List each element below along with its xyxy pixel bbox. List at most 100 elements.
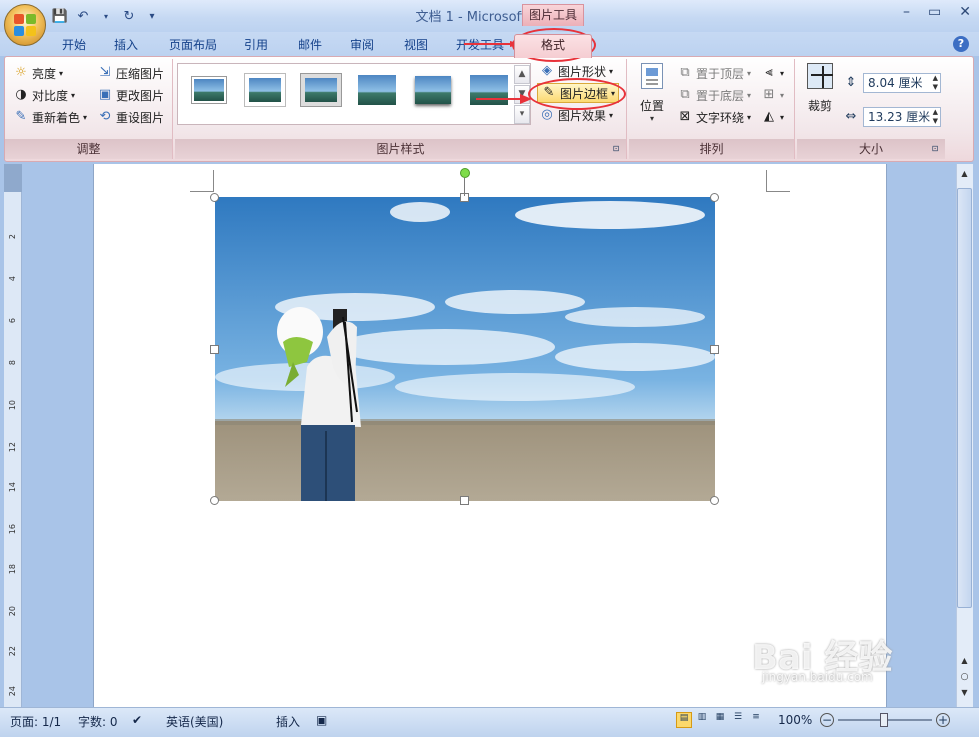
tab-review[interactable]: 审阅 (340, 36, 384, 56)
spin-arrows-icon[interactable]: ▲ ▼ (933, 108, 938, 126)
print-layout-icon[interactable]: ▤ (676, 712, 692, 728)
brightness-icon: ☼ (15, 65, 27, 80)
draft-icon[interactable]: ≡ (748, 712, 764, 728)
style-thumbnail[interactable] (412, 73, 454, 107)
position-icon (641, 63, 663, 89)
full-screen-icon[interactable]: ▥ (694, 712, 710, 728)
align-icon: ⫷ (765, 65, 773, 80)
contrast-button[interactable]: ◑ 对比度 ▾ (13, 85, 75, 105)
height-icon: ⇕ (845, 75, 857, 90)
compress-pictures-button[interactable]: ⇲ 压缩图片 (97, 63, 164, 83)
maximize-icon[interactable]: ▭ (928, 4, 941, 20)
resize-handle[interactable] (210, 496, 219, 505)
zoom-level[interactable]: 100% (778, 713, 812, 727)
landscape-photo (215, 197, 715, 501)
recolor-button[interactable]: ✎ 重新着色 ▾ (13, 107, 87, 127)
adjust-group: ☼ 亮度 ▾ ◑ 对比度 ▾ ✎ 重新着色 ▾ ⇲ 压缩图片 ▣ 更改图片 ⟲ 重设图片 调整 (5, 59, 173, 159)
resize-handle[interactable] (460, 496, 469, 505)
gallery-up-icon[interactable]: ▲ (514, 65, 530, 84)
previous-page-icon[interactable]: ▲ (957, 656, 972, 670)
margin-corner-mark (766, 191, 790, 192)
resize-handle[interactable] (210, 193, 219, 202)
style-thumbnail[interactable] (244, 73, 286, 107)
scroll-up-icon[interactable]: ▲ (957, 166, 972, 182)
language-indicator[interactable]: 英语(美国) (166, 713, 223, 730)
zoom-in-icon[interactable]: + (936, 713, 950, 727)
word-count[interactable]: 字数: 0 (78, 713, 118, 730)
resize-handle[interactable] (710, 193, 719, 202)
highlight-circle-border (528, 78, 626, 110)
office-button[interactable] (4, 4, 46, 46)
window-controls: – ▭ ✕ (903, 4, 971, 20)
picture-styles-label: 图片样式 (175, 139, 626, 159)
tab-page-layout[interactable]: 页面布局 (160, 36, 226, 56)
margin-corner-mark (766, 170, 767, 192)
align-button[interactable]: ⫷ ▾ (761, 63, 784, 83)
ruler-margin (4, 164, 22, 192)
tab-view[interactable]: 视图 (394, 36, 438, 56)
margin-corner-mark (213, 170, 214, 192)
tab-format[interactable]: 格式 (514, 34, 592, 58)
adjust-group-label: 调整 (5, 139, 172, 159)
scrollbar-thumb[interactable] (957, 188, 972, 608)
tab-home[interactable]: 开始 (52, 36, 96, 56)
tab-mailings[interactable]: 邮件 (288, 36, 332, 56)
size-group: 裁剪 ⇕ 8.04 厘米 ▲ ▼ ⇔ 13.23 厘米 ▲ ▼ 大小 ⊡ (797, 59, 945, 159)
send-to-back-button[interactable]: ⧉ 置于底层 ▾ (677, 85, 751, 105)
width-field[interactable]: 13.23 厘米 ▲ ▼ (863, 107, 941, 127)
height-field[interactable]: 8.04 厘米 ▲ ▼ (863, 73, 941, 93)
arrange-group-label: 排列 (629, 139, 794, 159)
crop-button[interactable]: 裁剪 (803, 63, 837, 114)
insert-mode[interactable]: 插入 (276, 713, 300, 730)
zoom-slider-thumb[interactable] (880, 713, 888, 727)
rotation-handle[interactable] (460, 168, 470, 178)
group-button[interactable]: ⊞ ▾ (761, 85, 784, 105)
width-icon: ⇔ (845, 109, 857, 124)
bring-to-front-button[interactable]: ⧉ 置于顶层 ▾ (677, 63, 751, 83)
web-layout-icon[interactable]: ▦ (712, 712, 728, 728)
minimize-icon[interactable]: – (903, 4, 910, 20)
size-group-label: 大小 (797, 139, 945, 159)
text-wrapping-button[interactable]: ⊠ 文字环绕 ▾ (677, 107, 751, 127)
brightness-button[interactable]: ☼ 亮度 ▾ (13, 63, 63, 83)
help-icon[interactable]: ? (953, 36, 969, 52)
reset-picture-button[interactable]: ⟲ 重设图片 (97, 107, 164, 127)
picture-tools-header: 图片工具 (522, 4, 584, 26)
dialog-launcher-icon[interactable]: ⊡ (608, 141, 624, 157)
resize-handle[interactable] (710, 345, 719, 354)
rotate-button[interactable]: ◭ ▾ (761, 107, 784, 127)
arrow-annotation-icon (476, 94, 532, 104)
outline-icon[interactable]: ☰ (730, 712, 746, 728)
macro-icon[interactable]: ▣ (316, 713, 327, 727)
bring-front-icon: ⧉ (680, 65, 690, 80)
style-thumbnail[interactable] (356, 73, 398, 107)
resize-handle[interactable] (210, 345, 219, 354)
rotate-icon: ◭ (764, 109, 774, 124)
page-count[interactable]: 页面: 1/1 (10, 713, 61, 730)
position-button[interactable]: 位置 ▾ (637, 63, 667, 123)
effects-icon: ◎ (541, 107, 553, 122)
resize-handle[interactable] (710, 496, 719, 505)
browse-object-icon[interactable]: ○ (957, 672, 972, 686)
dialog-launcher-icon[interactable]: ⊡ (927, 141, 943, 157)
next-page-icon[interactable]: ▼ (957, 688, 972, 702)
tab-insert[interactable]: 插入 (104, 36, 148, 56)
window-title: 文档 1 - Microsoft Word (415, 10, 564, 25)
recolor-icon: ✎ (15, 109, 27, 124)
change-picture-button[interactable]: ▣ 更改图片 (97, 85, 164, 105)
zoom-out-icon[interactable]: − (820, 713, 834, 727)
tab-references[interactable]: 引用 (234, 36, 278, 56)
proofing-icon[interactable]: ✔ (132, 713, 142, 727)
vertical-ruler: 2 4 6 8 10 12 14 16 18 20 22 24 (4, 164, 22, 707)
office-logo-icon (14, 14, 36, 36)
close-icon[interactable]: ✕ (959, 4, 971, 20)
selected-picture[interactable] (215, 197, 715, 501)
style-thumbnail[interactable] (300, 73, 342, 107)
ribbon: ☼ 亮度 ▾ ◑ 对比度 ▾ ✎ 重新着色 ▾ ⇲ 压缩图片 ▣ 更改图片 ⟲ 重设图片 调整 图… (4, 56, 974, 162)
gallery-more-icon[interactable]: ▾ (514, 105, 530, 124)
spin-arrows-icon[interactable]: ▲ ▼ (933, 74, 938, 92)
margin-corner-mark (190, 191, 214, 192)
style-thumbnail[interactable] (188, 73, 230, 107)
reset-picture-icon: ⟲ (99, 109, 111, 124)
rotation-stem (464, 178, 465, 196)
